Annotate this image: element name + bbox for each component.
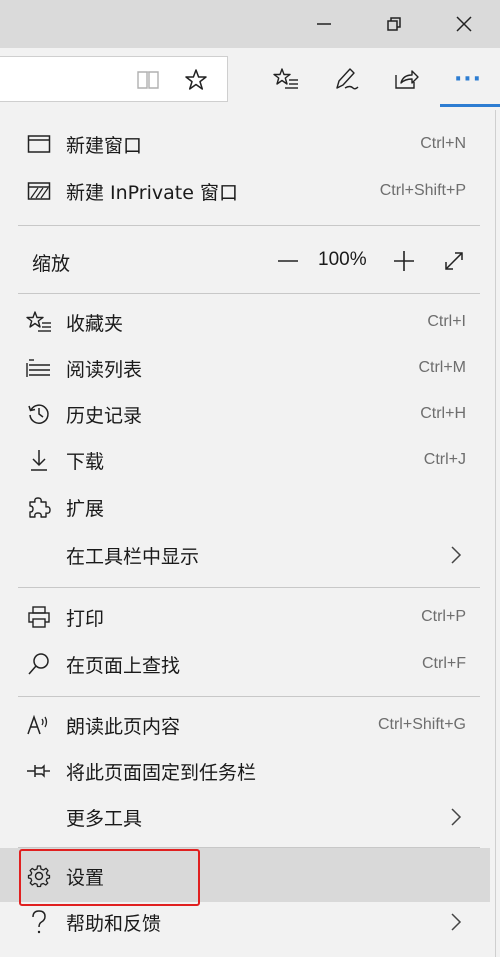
shortcut-text: Ctrl+P: [421, 608, 466, 625]
read-aloud-icon: [26, 713, 52, 737]
chevron-right-icon: [450, 807, 462, 831]
favorites-hub-button[interactable]: [264, 48, 308, 110]
restore-button[interactable]: [370, 0, 418, 48]
reading-list-icon: [26, 356, 52, 380]
web-note-button[interactable]: [324, 48, 368, 110]
shortcut-text: Ctrl+H: [420, 405, 466, 422]
settings-highlight-box: [19, 849, 200, 906]
favorites-icon: [26, 310, 52, 334]
browser-toolbar: ···: [0, 48, 500, 110]
window-titlebar: [0, 0, 500, 48]
minimize-button[interactable]: [300, 0, 348, 48]
menu-item-show-in-toolbar[interactable]: 在工具栏中显示: [0, 532, 490, 578]
shortcut-text: Ctrl+F: [422, 655, 466, 672]
menu-item-label: 历史记录: [66, 404, 143, 427]
menu-item-label: 朗读此页内容: [66, 715, 181, 738]
window-icon: [26, 132, 52, 156]
address-bar[interactable]: [0, 56, 228, 102]
zoom-label: 缩放: [32, 253, 71, 275]
more-button-active-indicator: [440, 104, 500, 107]
close-icon: [456, 16, 472, 32]
menu-item-history[interactable]: 历史记录 Ctrl+H: [0, 391, 490, 437]
menu-item-more-tools[interactable]: 更多工具: [0, 794, 490, 840]
fullscreen-icon: [445, 252, 463, 270]
history-icon: [26, 402, 52, 426]
reading-view-icon: [137, 71, 159, 89]
puzzle-icon: [26, 495, 52, 519]
shortcut-text: Ctrl+Shift+G: [377, 716, 466, 733]
menu-item-label: 在页面上查找: [66, 654, 181, 677]
menu-separator: [18, 587, 480, 588]
share-icon: [395, 70, 419, 89]
chevron-right-icon: [450, 912, 462, 936]
star-icon: [185, 69, 207, 90]
menu-item-label: 帮助和反馈: [66, 912, 162, 935]
menu-item-label: 阅读列表: [66, 358, 143, 381]
question-icon: [26, 910, 52, 934]
favorites-list-icon: [273, 68, 298, 89]
menu-item-label: 新建窗口: [66, 134, 143, 157]
close-button[interactable]: [440, 0, 488, 48]
more-icon: ···: [453, 66, 483, 92]
menu-item-read-aloud[interactable]: 朗读此页内容 Ctrl+Shift+G: [0, 702, 490, 748]
zoom-row: 缩放 100%: [0, 237, 490, 285]
menu-item-new-window[interactable]: 新建窗口 Ctrl+N: [0, 121, 490, 167]
add-favorite-button[interactable]: [174, 57, 218, 103]
menu-item-find-on-page[interactable]: 在页面上查找 Ctrl+F: [0, 641, 490, 687]
menu-item-reading-list[interactable]: 阅读列表 Ctrl+M: [0, 345, 490, 391]
minimize-icon: [317, 23, 331, 25]
menu-item-new-inprivate-window[interactable]: 新建 InPrivate 窗口 Ctrl+Shift+P: [0, 168, 490, 214]
zoom-out-button[interactable]: [274, 247, 302, 275]
inprivate-window-icon: [26, 179, 52, 203]
menu-item-downloads[interactable]: 下载 Ctrl+J: [0, 437, 490, 483]
menu-item-label: 将此页面固定到任务栏: [66, 761, 257, 784]
shortcut-text: Ctrl+I: [427, 313, 466, 330]
plus-icon: [394, 251, 414, 271]
pin-icon: [26, 759, 52, 783]
zoom-in-button[interactable]: [390, 247, 418, 275]
menu-item-print[interactable]: 打印 Ctrl+P: [0, 594, 490, 640]
download-icon: [26, 448, 52, 472]
menu-item-label: 在工具栏中显示: [66, 545, 200, 568]
shortcut-text: Ctrl+N: [420, 135, 466, 152]
share-button[interactable]: [384, 48, 428, 110]
chevron-right-icon: [450, 545, 462, 569]
menu-item-favorites[interactable]: 收藏夹 Ctrl+I: [0, 299, 490, 345]
printer-icon: [26, 605, 52, 629]
menu-item-label: 打印: [66, 607, 105, 630]
menu-item-label: 扩展: [66, 497, 105, 520]
shortcut-text: Ctrl+Shift+P: [379, 182, 466, 199]
search-icon: [26, 652, 52, 676]
menu-item-label: 更多工具: [66, 807, 143, 830]
menu-separator: [18, 696, 480, 697]
shortcut-text: Ctrl+J: [423, 451, 466, 468]
menu-separator: [18, 293, 480, 294]
fullscreen-button[interactable]: [440, 247, 468, 275]
shortcut-text: Ctrl+M: [418, 359, 466, 376]
reading-view-button[interactable]: [126, 57, 170, 103]
menu-item-label: 收藏夹: [66, 312, 124, 335]
restore-icon: [387, 17, 401, 31]
minus-icon: [278, 260, 298, 262]
menu-item-pin-to-taskbar[interactable]: 将此页面固定到任务栏: [0, 748, 490, 794]
zoom-level: 100%: [318, 249, 367, 270]
menu-item-extensions[interactable]: 扩展: [0, 484, 490, 530]
menu-item-label: 新建 InPrivate 窗口: [66, 181, 238, 204]
menu-separator: [18, 225, 480, 226]
more-button[interactable]: ···: [446, 48, 490, 110]
menu-item-label: 下载: [66, 450, 105, 473]
menu-item-help-feedback[interactable]: 帮助和反馈: [0, 899, 490, 945]
pen-icon: [336, 68, 359, 90]
